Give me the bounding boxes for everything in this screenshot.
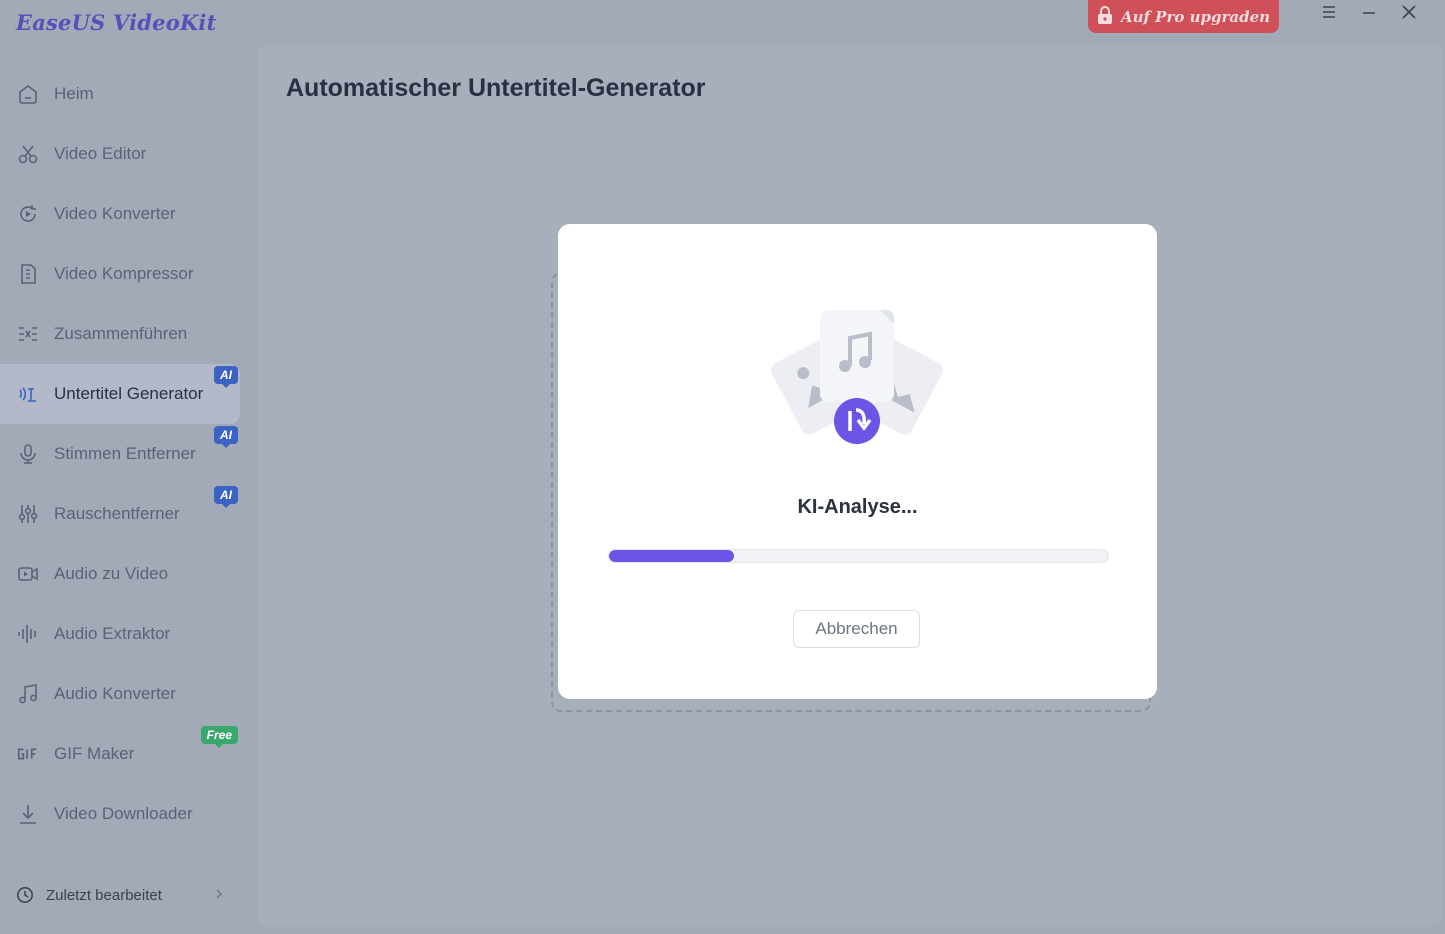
sidebar-item-label: Rauschentferner: [54, 504, 180, 523]
video-icon: [16, 562, 40, 586]
chevron-right-icon: [214, 887, 224, 904]
sidebar-item-video-downloader[interactable]: Video Downloader: [0, 784, 240, 844]
sidebar-item-label: Audio Konverter: [54, 684, 176, 703]
close-icon: [1401, 4, 1417, 25]
compress-icon: [16, 262, 40, 286]
sidebar: Heim Video Editor Video Konverter Video …: [0, 64, 256, 844]
sidebar-item-stimmen-entferner[interactable]: Stimmen Entferner AI: [0, 424, 240, 484]
sidebar-item-label: Video Kompressor: [54, 264, 194, 283]
ai-badge: AI: [214, 486, 238, 508]
minimize-icon: [1361, 5, 1377, 24]
recent-label: Zuletzt bearbeitet: [46, 886, 162, 904]
analysis-status-text: KI-Analyse...: [797, 496, 918, 518]
sidebar-item-video-editor[interactable]: Video Editor: [0, 124, 240, 184]
upgrade-label: Auf Pro upgraden: [1120, 7, 1271, 26]
cancel-button[interactable]: Abbrechen: [793, 610, 920, 648]
clock-icon: [16, 886, 34, 904]
menu-button[interactable]: [1316, 4, 1342, 24]
progress-fill: [609, 550, 734, 562]
close-button[interactable]: [1396, 4, 1422, 24]
sidebar-item-audio-konverter[interactable]: Audio Konverter: [0, 664, 240, 724]
sidebar-item-label: Video Editor: [54, 144, 147, 163]
sidebar-item-label: Video Downloader: [54, 804, 193, 823]
page-title: Automatischer Untertitel-Generator: [286, 74, 706, 102]
sidebar-item-label: Audio Extraktor: [54, 624, 171, 643]
ai-badge: AI: [214, 366, 238, 388]
subtitle-icon: [16, 382, 40, 406]
sidebar-item-zusammenfuehren[interactable]: Zusammenführen: [0, 304, 240, 364]
sidebar-item-audio-extraktor[interactable]: Audio Extraktor: [0, 604, 240, 664]
convert-icon: [16, 202, 40, 226]
home-icon: [16, 82, 40, 106]
analysis-progress-bar: [608, 549, 1109, 563]
scissors-icon: [16, 142, 40, 166]
gif-icon: [16, 742, 40, 766]
sidebar-item-label: Untertitel Generator: [54, 384, 204, 403]
lock-icon: [1097, 5, 1113, 28]
merge-icon: [16, 322, 40, 346]
sidebar-item-label: Stimmen Entferner: [54, 444, 196, 463]
sidebar-item-audio-zu-video[interactable]: Audio zu Video: [0, 544, 240, 604]
app-title: EaseUS VideoKit: [16, 10, 217, 35]
sliders-icon: [16, 502, 40, 526]
upgrade-button[interactable]: Auf Pro upgraden: [1088, 0, 1279, 33]
download-icon: [16, 802, 40, 826]
recent-edits-link[interactable]: Zuletzt bearbeitet: [16, 880, 224, 910]
sidebar-item-label: Audio zu Video: [54, 564, 169, 583]
sidebar-item-gif-maker[interactable]: GIF Maker Free: [0, 724, 240, 784]
sidebar-item-untertitel-generator[interactable]: Untertitel Generator AI: [0, 364, 240, 424]
ai-badge: AI: [214, 426, 238, 448]
sidebar-item-label: Video Konverter: [54, 204, 176, 223]
sidebar-item-heim[interactable]: Heim: [0, 64, 240, 124]
sidebar-item-label: GIF Maker: [54, 744, 135, 763]
music-note-icon: [16, 682, 40, 706]
hamburger-icon: [1321, 5, 1337, 24]
sidebar-item-rauschentferner[interactable]: Rauschentferner AI: [0, 484, 240, 544]
media-files-illustration: [771, 310, 943, 444]
microphone-icon: [16, 442, 40, 466]
analysis-dialog: KI-Analyse... Abbrechen: [558, 224, 1157, 699]
sidebar-item-label: Zusammenführen: [54, 324, 188, 343]
sidebar-item-label: Heim: [54, 84, 94, 103]
minimize-button[interactable]: [1356, 4, 1382, 24]
waveform-icon: [16, 622, 40, 646]
free-badge: Free: [200, 726, 238, 748]
sidebar-item-video-konverter[interactable]: Video Konverter: [0, 184, 240, 244]
sidebar-item-video-kompressor[interactable]: Video Kompressor: [0, 244, 240, 304]
